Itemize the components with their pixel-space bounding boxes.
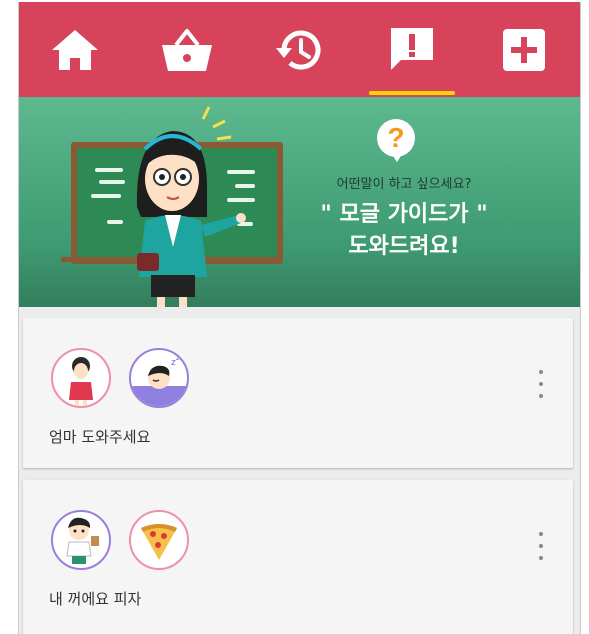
question-mark: ? — [387, 122, 405, 153]
banner-headline-line1: " 모글 가이드가 " — [320, 202, 488, 227]
message-card-1[interactable]: z z 엄마 도와주세요 — [23, 318, 573, 468]
history-icon — [276, 30, 321, 69]
mom-avatar-icon — [51, 348, 111, 408]
svg-text:z: z — [176, 354, 180, 362]
boy-avatar-icon — [51, 510, 111, 570]
more-options-icon[interactable] — [537, 532, 545, 560]
app-screen: ? 어떤말이 하고 싶으세요? " 모글 가이드가 " 도와드려요! z z 엄… — [18, 2, 581, 634]
basket-icon — [162, 28, 213, 71]
guide-banner[interactable]: ? 어떤말이 하고 싶으세요? " 모글 가이드가 " 도와드려요! — [19, 97, 580, 307]
add-box-icon — [502, 28, 545, 71]
card-title: 내 꺼에요 피자 — [49, 590, 142, 608]
banner-subtitle: 어떤말이 하고 싶으세요? — [336, 177, 472, 192]
tab-message[interactable] — [367, 2, 457, 97]
more-options-icon[interactable] — [537, 370, 545, 398]
tab-history[interactable] — [254, 2, 344, 97]
card-title: 엄마 도와주세요 — [49, 428, 151, 446]
top-tab-bar — [19, 2, 580, 97]
alert-message-icon — [390, 27, 433, 70]
sleeping-avatar-icon: z z — [129, 348, 189, 408]
home-icon — [52, 29, 99, 70]
tab-basket[interactable] — [142, 2, 232, 97]
pizza-avatar-icon — [129, 510, 189, 570]
banner-headline-line2: 도와드려요! — [348, 234, 460, 259]
tab-home[interactable] — [30, 2, 120, 97]
message-card-2[interactable]: 내 꺼에요 피자 — [23, 480, 573, 634]
tab-add[interactable] — [479, 2, 569, 97]
question-bubble-tail — [391, 153, 403, 162]
banner-headline: " 모글 가이드가 " 도와드려요! — [269, 199, 539, 263]
question-bubble-icon: ? — [377, 119, 415, 157]
teacher-illustration — [136, 106, 246, 307]
